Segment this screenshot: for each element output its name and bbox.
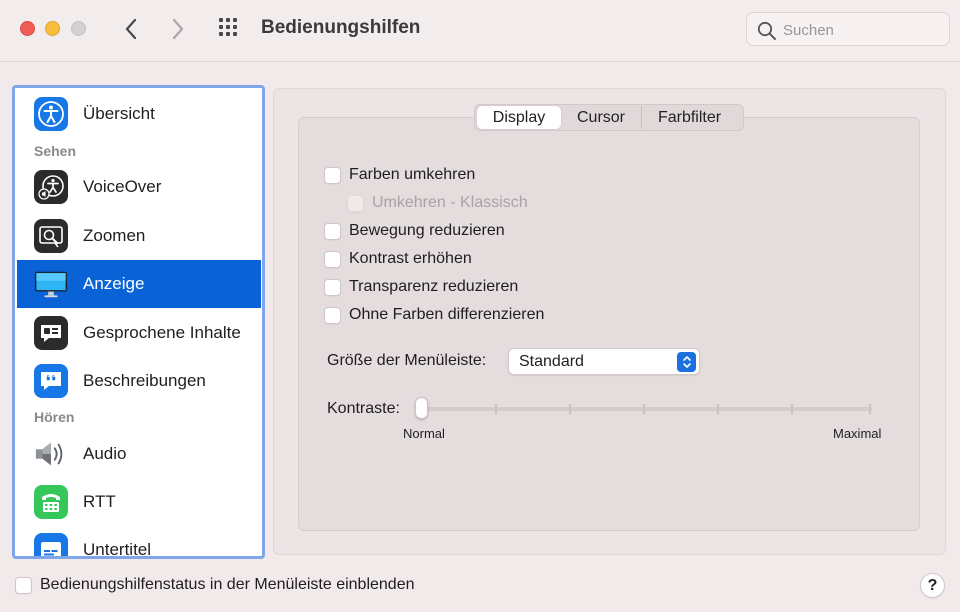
- invert-classic-label: Umkehren - Klassisch: [372, 194, 528, 211]
- zoom-window-button: [71, 21, 86, 36]
- sidebar-item-gesprochene-inhalte[interactable]: Gesprochene Inhalte: [17, 309, 261, 357]
- slider-tick: [495, 404, 497, 414]
- sidebar-item-label: Untertitel: [83, 540, 152, 559]
- sidebar-item-voiceover[interactable]: VoiceOver: [17, 163, 261, 211]
- reduce-motion-option[interactable]: Bewegung reduzieren: [324, 222, 505, 240]
- differentiate-without-color-checkbox[interactable]: [324, 306, 341, 324]
- contrast-label: Kontraste:: [327, 400, 400, 417]
- section-header-hearing: Hören: [34, 409, 75, 425]
- reduce-transparency-option[interactable]: Transparenz reduzieren: [324, 278, 518, 296]
- up-down-chevron-icon: [677, 352, 696, 372]
- sidebar-item-label: RTT: [83, 492, 116, 511]
- differentiate-without-color-label: Ohne Farben differenzieren: [349, 306, 545, 323]
- contrast-max-label: Maximal: [833, 426, 882, 441]
- forward-button[interactable]: [165, 14, 191, 44]
- sidebar-item-uebersicht[interactable]: Übersicht: [17, 90, 261, 138]
- sidebar-item-rtt[interactable]: RTT: [17, 478, 261, 526]
- tab-cursor[interactable]: Cursor: [561, 106, 641, 129]
- slider-tick: [569, 404, 571, 414]
- sidebar-item-beschreibungen[interactable]: Beschreibungen: [17, 357, 261, 405]
- accessibility-icon: [34, 97, 68, 131]
- sidebar-item-label: Anzeige: [83, 274, 145, 293]
- slider-tick: [869, 404, 871, 414]
- sidebar-item-label: Zoomen: [83, 226, 146, 245]
- reduce-transparency-checkbox[interactable]: [324, 278, 341, 296]
- search-input[interactable]: [783, 19, 943, 41]
- menubar-status-checkbox[interactable]: [15, 576, 32, 594]
- show-all-button[interactable]: [217, 16, 243, 42]
- increase-contrast-label: Kontrast erhöhen: [349, 250, 472, 267]
- slider-tick: [717, 404, 719, 414]
- search-icon: [757, 21, 776, 40]
- contrast-slider-handle[interactable]: [415, 397, 428, 419]
- slider-tick: [791, 404, 793, 414]
- sidebar-item-label: Übersicht: [83, 104, 155, 123]
- reduce-motion-checkbox[interactable]: [324, 222, 341, 240]
- sidebar-item-label: Audio: [83, 444, 127, 463]
- invert-colors-checkbox[interactable]: [324, 166, 341, 184]
- section-header-vision: Sehen: [34, 143, 77, 159]
- contrast-min-label: Normal: [403, 426, 445, 441]
- grid-icon: [219, 18, 237, 36]
- sidebar: Übersicht Sehen VoiceOver Zoomen Anzeige…: [12, 85, 265, 559]
- chevron-right-icon: [172, 18, 184, 40]
- zoom-icon: [34, 219, 68, 253]
- invert-classic-checkbox: [347, 194, 364, 212]
- close-window-button[interactable]: [20, 21, 35, 36]
- window-title: Bedienungshilfen: [261, 17, 421, 38]
- sidebar-item-label: VoiceOver: [83, 177, 162, 196]
- title-bar: Bedienungshilfen: [0, 0, 960, 62]
- invert-colors-option[interactable]: Farben umkehren: [324, 166, 475, 184]
- menubar-status-label: Bedienungshilfenstatus in der Menüleiste…: [40, 576, 415, 593]
- invert-classic-option: Umkehren - Klassisch: [347, 194, 528, 212]
- tab-display[interactable]: Display: [477, 106, 561, 129]
- descriptions-icon: [34, 364, 68, 398]
- tab-bar: Display Cursor Farbfilter: [474, 104, 744, 131]
- sidebar-item-untertitel[interactable]: Untertitel: [17, 526, 261, 559]
- sidebar-item-zoomen[interactable]: Zoomen: [17, 212, 261, 260]
- spoken-content-icon: [34, 316, 68, 350]
- rtt-icon: [34, 485, 68, 519]
- menubar-size-value: Standard: [519, 353, 584, 370]
- voiceover-icon: [34, 170, 68, 204]
- menubar-size-select[interactable]: Standard: [508, 348, 700, 375]
- menubar-status-option[interactable]: Bedienungshilfenstatus in der Menüleiste…: [15, 576, 414, 594]
- invert-colors-label: Farben umkehren: [349, 166, 476, 183]
- sidebar-item-audio[interactable]: Audio: [17, 430, 261, 478]
- increase-contrast-checkbox[interactable]: [324, 250, 341, 268]
- sidebar-item-label: Beschreibungen: [83, 371, 206, 390]
- back-button[interactable]: [118, 14, 144, 44]
- help-button[interactable]: ?: [920, 573, 945, 598]
- minimize-window-button[interactable]: [45, 21, 60, 36]
- speaker-icon: [34, 437, 68, 471]
- display-icon: [34, 267, 68, 301]
- sidebar-item-anzeige[interactable]: Anzeige: [17, 260, 261, 308]
- increase-contrast-option[interactable]: Kontrast erhöhen: [324, 250, 472, 268]
- reduce-motion-label: Bewegung reduzieren: [349, 222, 505, 239]
- contrast-slider-track[interactable]: [420, 407, 872, 411]
- reduce-transparency-label: Transparenz reduzieren: [349, 278, 519, 295]
- chevron-left-icon: [125, 18, 137, 40]
- slider-tick: [643, 404, 645, 414]
- menubar-size-label: Größe der Menüleiste:: [327, 352, 487, 369]
- tab-farbfilter[interactable]: Farbfilter: [641, 106, 737, 129]
- captions-icon: [34, 533, 68, 556]
- search-field[interactable]: [746, 12, 950, 46]
- differentiate-without-color-option[interactable]: Ohne Farben differenzieren: [324, 306, 544, 324]
- sidebar-item-label: Gesprochene Inhalte: [83, 323, 241, 342]
